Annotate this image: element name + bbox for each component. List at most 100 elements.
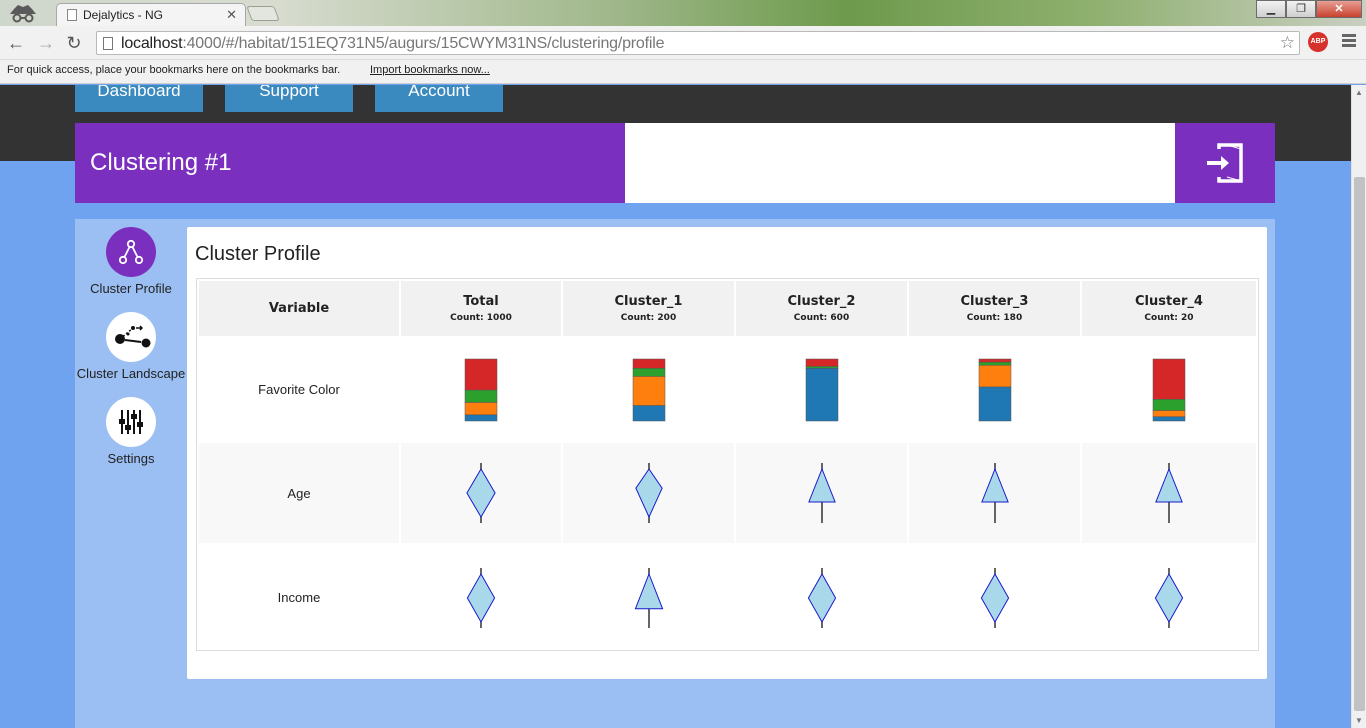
page-title: Clustering #1: [90, 149, 232, 176]
distribution-shape: [1155, 467, 1183, 503]
exit-door-icon: [1207, 143, 1243, 183]
minimize-window-button[interactable]: ▁: [1256, 0, 1286, 18]
nav-dashboard-button[interactable]: Dashboard: [75, 85, 203, 112]
address-bar[interactable]: localhost:4000/#/habitat/151EQ731N5/augu…: [96, 31, 1300, 55]
cluster-profile-icon: [106, 227, 156, 277]
incognito-icon: [10, 5, 36, 23]
new-tab-button[interactable]: [246, 6, 280, 21]
distribution-cell: [1082, 545, 1256, 650]
tab-title: Dejalytics - NG: [83, 8, 164, 22]
adblock-plus-icon[interactable]: ABP: [1308, 32, 1328, 52]
stacked-bar-segment: [464, 358, 498, 390]
distribution-glyph: [466, 463, 496, 523]
bookmarks-message: For quick access, place your bookmarks h…: [7, 64, 341, 76]
stacked-bar-cell: [736, 338, 907, 441]
distribution-shape: [634, 572, 663, 609]
exit-button[interactable]: [1175, 123, 1275, 203]
url-path: :4000/#/habitat/151EQ731N5/augurs/15CWYM…: [182, 35, 665, 52]
stacked-bar-segment: [1152, 398, 1186, 411]
cluster-profile-card: Cluster Profile Variable Total Count: 100…: [187, 227, 1267, 679]
stacked-bar-segment: [978, 364, 1011, 387]
variable-name: Age: [199, 443, 399, 543]
distribution-cell: [401, 545, 561, 650]
variable-name: Favorite Color: [199, 338, 399, 441]
nav-account-button[interactable]: Account: [375, 85, 503, 112]
column-count: Count: 600: [793, 313, 850, 323]
profile-table-container: Variable Total Count: 1000 Cluster_1 Count…: [196, 278, 1259, 651]
card-title: Cluster Profile: [195, 243, 321, 265]
main-content: Cluster Profile Cluster Landscape Settin…: [75, 219, 1275, 728]
distribution-glyph: [807, 463, 836, 523]
sidebar-item-label: Cluster Profile: [90, 281, 172, 296]
sidebar-item-cluster-profile[interactable]: Cluster Profile: [75, 227, 187, 296]
distribution-cell: [909, 545, 1080, 650]
column-header-label: Cluster_1: [614, 294, 683, 309]
distribution-shape: [1154, 572, 1184, 623]
stacked-bar-chart: [464, 358, 498, 421]
scroll-up-arrow-icon[interactable]: ▲: [1352, 85, 1366, 100]
distribution-glyph: [634, 567, 663, 628]
reload-icon[interactable]: ↻: [62, 31, 86, 55]
stacked-bar-segment: [805, 358, 838, 367]
import-bookmarks-link[interactable]: Import bookmarks now...: [370, 64, 490, 76]
browser-tab-strip: Dejalytics - NG ✕ ▁ ❐ ✕: [0, 0, 1366, 26]
distribution-cell: [909, 443, 1080, 543]
column-header-variable: Variable: [199, 281, 399, 336]
page-icon: [103, 37, 113, 50]
distribution-glyph: [980, 567, 1009, 628]
scroll-down-arrow-icon[interactable]: ▼: [1352, 713, 1366, 728]
column-header-label: Variable: [268, 301, 330, 316]
stacked-bar-chart: [1152, 358, 1186, 421]
sidebar-item-settings[interactable]: Settings: [75, 397, 187, 466]
browser-tab-active[interactable]: Dejalytics - NG ✕: [56, 3, 246, 26]
stacked-bar-segment: [1152, 358, 1186, 400]
distribution-glyph: [634, 463, 663, 523]
distribution-shape: [466, 468, 496, 518]
stacked-bar-segment: [978, 386, 1011, 421]
distribution-cell: [736, 545, 907, 650]
distribution-glyph: [1154, 567, 1184, 628]
nav-support-button[interactable]: Support: [225, 85, 353, 112]
browser-toolbar: ← → ↻ localhost:4000/#/habitat/151EQ731N…: [0, 26, 1366, 60]
column-header-label: Total: [463, 294, 499, 309]
column-header-cluster-1: Cluster_1 Count: 200: [563, 281, 734, 336]
stacked-bar-cell: [401, 338, 561, 441]
bookmark-star-icon[interactable]: ☆: [1280, 33, 1295, 53]
distribution-glyph: [807, 567, 836, 628]
profile-table: Variable Total Count: 1000 Cluster_1 Count…: [197, 279, 1258, 652]
column-count: Count: 200: [620, 313, 677, 323]
url-host: localhost: [121, 35, 183, 52]
stacked-bar-segment: [1152, 415, 1186, 421]
header-blank-panel: [625, 123, 1175, 203]
sidebar-item-cluster-landscape[interactable]: Cluster Landscape: [75, 312, 187, 381]
distribution-cell: [1082, 443, 1256, 543]
tab-close-icon[interactable]: ✕: [226, 7, 237, 23]
close-window-button[interactable]: ✕: [1316, 0, 1362, 18]
column-count: Count: 20: [1144, 313, 1194, 323]
page-header: Clustering #1: [75, 123, 1275, 203]
stacked-bar-chart: [978, 358, 1011, 421]
stacked-bar-cell: [1082, 338, 1256, 441]
cluster-landscape-icon: [106, 312, 156, 362]
stacked-bar-cell: [909, 338, 1080, 441]
scrollbar-thumb[interactable]: [1354, 177, 1365, 711]
stacked-bar-segment: [632, 375, 665, 406]
back-arrow-icon[interactable]: ←: [4, 31, 28, 55]
distribution-shape: [634, 468, 663, 519]
stacked-bar-segment: [464, 401, 498, 415]
distribution-glyph: [1155, 463, 1183, 523]
distribution-shape: [807, 572, 836, 623]
column-count: Count: 180: [966, 313, 1023, 323]
window-controls: ▁ ❐ ✕: [1256, 0, 1362, 18]
distribution-shape: [980, 572, 1009, 623]
table-row: Income: [199, 545, 1256, 650]
browser-menu-icon[interactable]: [1342, 34, 1356, 49]
distribution-cell: [736, 443, 907, 543]
forward-arrow-icon[interactable]: →: [34, 31, 58, 55]
page-scrollbar[interactable]: ▲ ▼: [1351, 85, 1366, 728]
column-header-label: Cluster_3: [960, 294, 1029, 309]
column-header-label: Cluster_2: [787, 294, 856, 309]
restore-window-button[interactable]: ❐: [1286, 0, 1316, 18]
distribution-glyph: [980, 463, 1009, 523]
distribution-shape: [807, 467, 836, 503]
